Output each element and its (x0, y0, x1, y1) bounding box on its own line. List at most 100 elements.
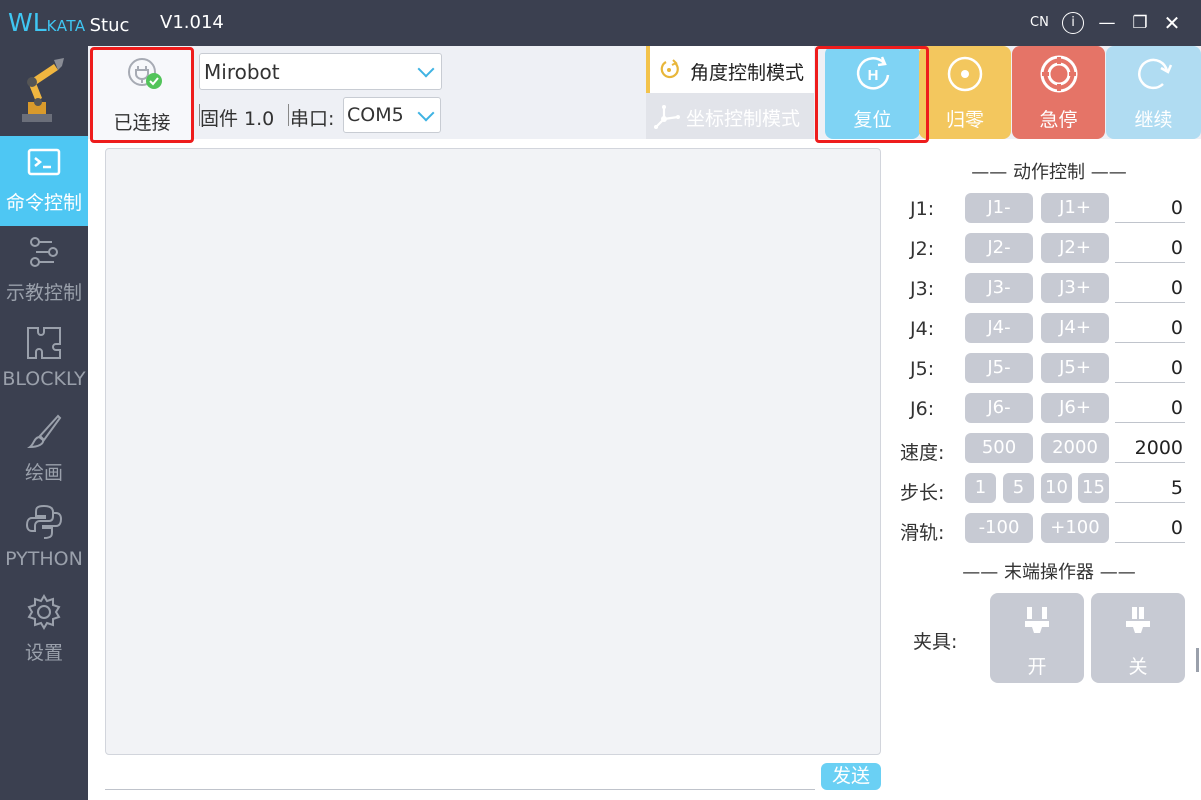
joint-plus-button[interactable]: J5+ (1041, 353, 1109, 383)
close-icon[interactable]: ✕ (1162, 10, 1182, 36)
info-icon[interactable]: i (1062, 12, 1084, 34)
speed-2000-button[interactable]: 2000 (1041, 433, 1109, 463)
gripper-close-button[interactable]: 关 (1091, 593, 1185, 683)
joint-minus-button[interactable]: J5- (965, 353, 1033, 383)
brush-icon (27, 414, 62, 449)
title-bar: WLKATA Stuc V1.014 CN i — ❐ ✕ (0, 0, 1201, 46)
sidebar-item-teach-control[interactable]: 示教控制 (0, 226, 88, 316)
rotate-joint-icon (660, 59, 679, 79)
joint-plus-button[interactable]: J2+ (1041, 233, 1109, 263)
gear-icon (27, 594, 61, 630)
step-10-button[interactable]: 10 (1041, 473, 1072, 503)
gripper-label: 夹具: (913, 631, 958, 653)
gripper-open-button[interactable]: 开 (990, 593, 1084, 683)
send-button[interactable]: 发送 (821, 763, 881, 790)
divider (288, 104, 289, 126)
joint-plus-button[interactable]: J3+ (1041, 273, 1109, 303)
emergency-stop-icon (1040, 55, 1077, 93)
chevron-down-icon (417, 104, 435, 122)
brand-rest: Stuc (89, 15, 130, 36)
sidebar-item-drawing[interactable]: 绘画 (0, 406, 88, 496)
end-effector-title: —— 末端操作器 —— (962, 562, 1136, 583)
home-highlight-box (815, 46, 929, 143)
gripper-open-label: 开 (1027, 656, 1047, 678)
emergency-stop-label: 急停 (1039, 109, 1078, 131)
emergency-stop-button[interactable]: 急停 (1012, 46, 1105, 139)
angle-mode-label: 角度控制模式 (690, 62, 805, 84)
sidebar-item-label: PYTHON (5, 548, 83, 570)
joint-minus-button[interactable]: J3- (965, 273, 1033, 303)
resume-button-label: 继续 (1134, 109, 1173, 131)
joint-label: J3: (910, 278, 935, 300)
joint-value[interactable]: 0 (1115, 353, 1185, 383)
zero-button[interactable]: 归零 (919, 46, 1011, 139)
sidebar-item-command-control[interactable]: 命令控制 (0, 136, 88, 226)
joint-label: J4: (910, 318, 935, 340)
coordinate-mode-label: 坐标控制模式 (686, 108, 801, 130)
joint-label: J2: (910, 238, 935, 260)
zero-target-icon (947, 56, 983, 92)
serial-port-value: COM5 (347, 104, 404, 126)
joint-plus-button[interactable]: J6+ (1041, 393, 1109, 423)
gripper-close-icon (1126, 607, 1150, 633)
serial-port-select[interactable]: COM5 (343, 97, 441, 133)
sidebar-item-label: 命令控制 (5, 192, 82, 214)
rail-value[interactable]: 0 (1115, 513, 1185, 543)
scrollbar-handle[interactable] (1196, 648, 1199, 672)
joint-minus-button[interactable]: J2- (965, 233, 1033, 263)
speed-label: 速度: (900, 442, 945, 464)
step-label: 步长: (900, 482, 945, 504)
joint-value[interactable]: 0 (1115, 233, 1185, 263)
sidebar-item-label: 绘画 (24, 462, 63, 484)
joint-label: J1: (910, 198, 935, 220)
rail-minus-button[interactable]: -100 (965, 513, 1033, 543)
speed-value[interactable]: 2000 (1115, 433, 1185, 463)
step-15-button[interactable]: 15 (1078, 473, 1109, 503)
angle-control-mode-tab[interactable]: 角度控制模式 (646, 46, 814, 93)
resume-rotate-icon (1137, 58, 1172, 90)
joint-minus-button[interactable]: J6- (965, 393, 1033, 423)
sidebar-item-blockly[interactable]: BLOCKLY (0, 316, 88, 406)
connect-button[interactable]: 已连接 (90, 47, 194, 143)
brand-main: WL (8, 8, 47, 37)
joint-value[interactable]: 0 (1115, 273, 1185, 303)
joint-plus-button[interactable]: J1+ (1041, 193, 1109, 223)
firmware-version: 固件 1.0 (200, 108, 275, 130)
language-toggle[interactable]: CN (1030, 10, 1049, 36)
rail-label: 滑轨: (900, 522, 945, 544)
joint-value[interactable]: 0 (1115, 393, 1185, 423)
minimize-icon[interactable]: — (1097, 10, 1117, 36)
coordinate-control-mode-tab[interactable]: 坐标控制模式 (646, 93, 814, 139)
resume-button[interactable]: 继续 (1106, 46, 1201, 139)
gripper-open-icon (1025, 607, 1049, 633)
sidebar-item-python[interactable]: PYTHON (0, 496, 88, 586)
brand-small: KATA (46, 17, 86, 35)
sidebar-item-settings[interactable]: 设置 (0, 586, 88, 676)
serial-port-label: 串口: (290, 108, 335, 130)
step-1-button[interactable]: 1 (965, 473, 996, 503)
command-input[interactable] (105, 789, 815, 790)
joint-value[interactable]: 0 (1115, 193, 1185, 223)
maximize-icon[interactable]: ❐ (1130, 10, 1150, 36)
speed-500-button[interactable]: 500 (965, 433, 1033, 463)
chevron-down-icon (417, 60, 435, 78)
robot-model-select[interactable]: Mirobot (199, 53, 442, 90)
joint-minus-button[interactable]: J4- (965, 313, 1033, 343)
sidebar-item-label: 示教控制 (5, 282, 82, 304)
coordinate-axes-icon (654, 105, 680, 129)
app-brand: WLKATA Stuc (8, 8, 148, 41)
connect-status-label: 已连接 (113, 112, 171, 134)
joint-plus-button[interactable]: J4+ (1041, 313, 1109, 343)
rail-plus-button[interactable]: +100 (1041, 513, 1109, 543)
step-value[interactable]: 5 (1115, 473, 1185, 503)
command-output-area[interactable] (105, 148, 881, 755)
step-5-button[interactable]: 5 (1003, 473, 1034, 503)
joint-label: J6: (910, 398, 935, 420)
joint-value[interactable]: 0 (1115, 313, 1185, 343)
joint-label: J5: (910, 358, 935, 380)
robot-model-value: Mirobot (204, 60, 280, 84)
python-icon (25, 504, 63, 539)
joint-minus-button[interactable]: J1- (965, 193, 1033, 223)
zero-button-label: 归零 (945, 109, 984, 131)
sidebar-item-label: BLOCKLY (2, 368, 86, 390)
